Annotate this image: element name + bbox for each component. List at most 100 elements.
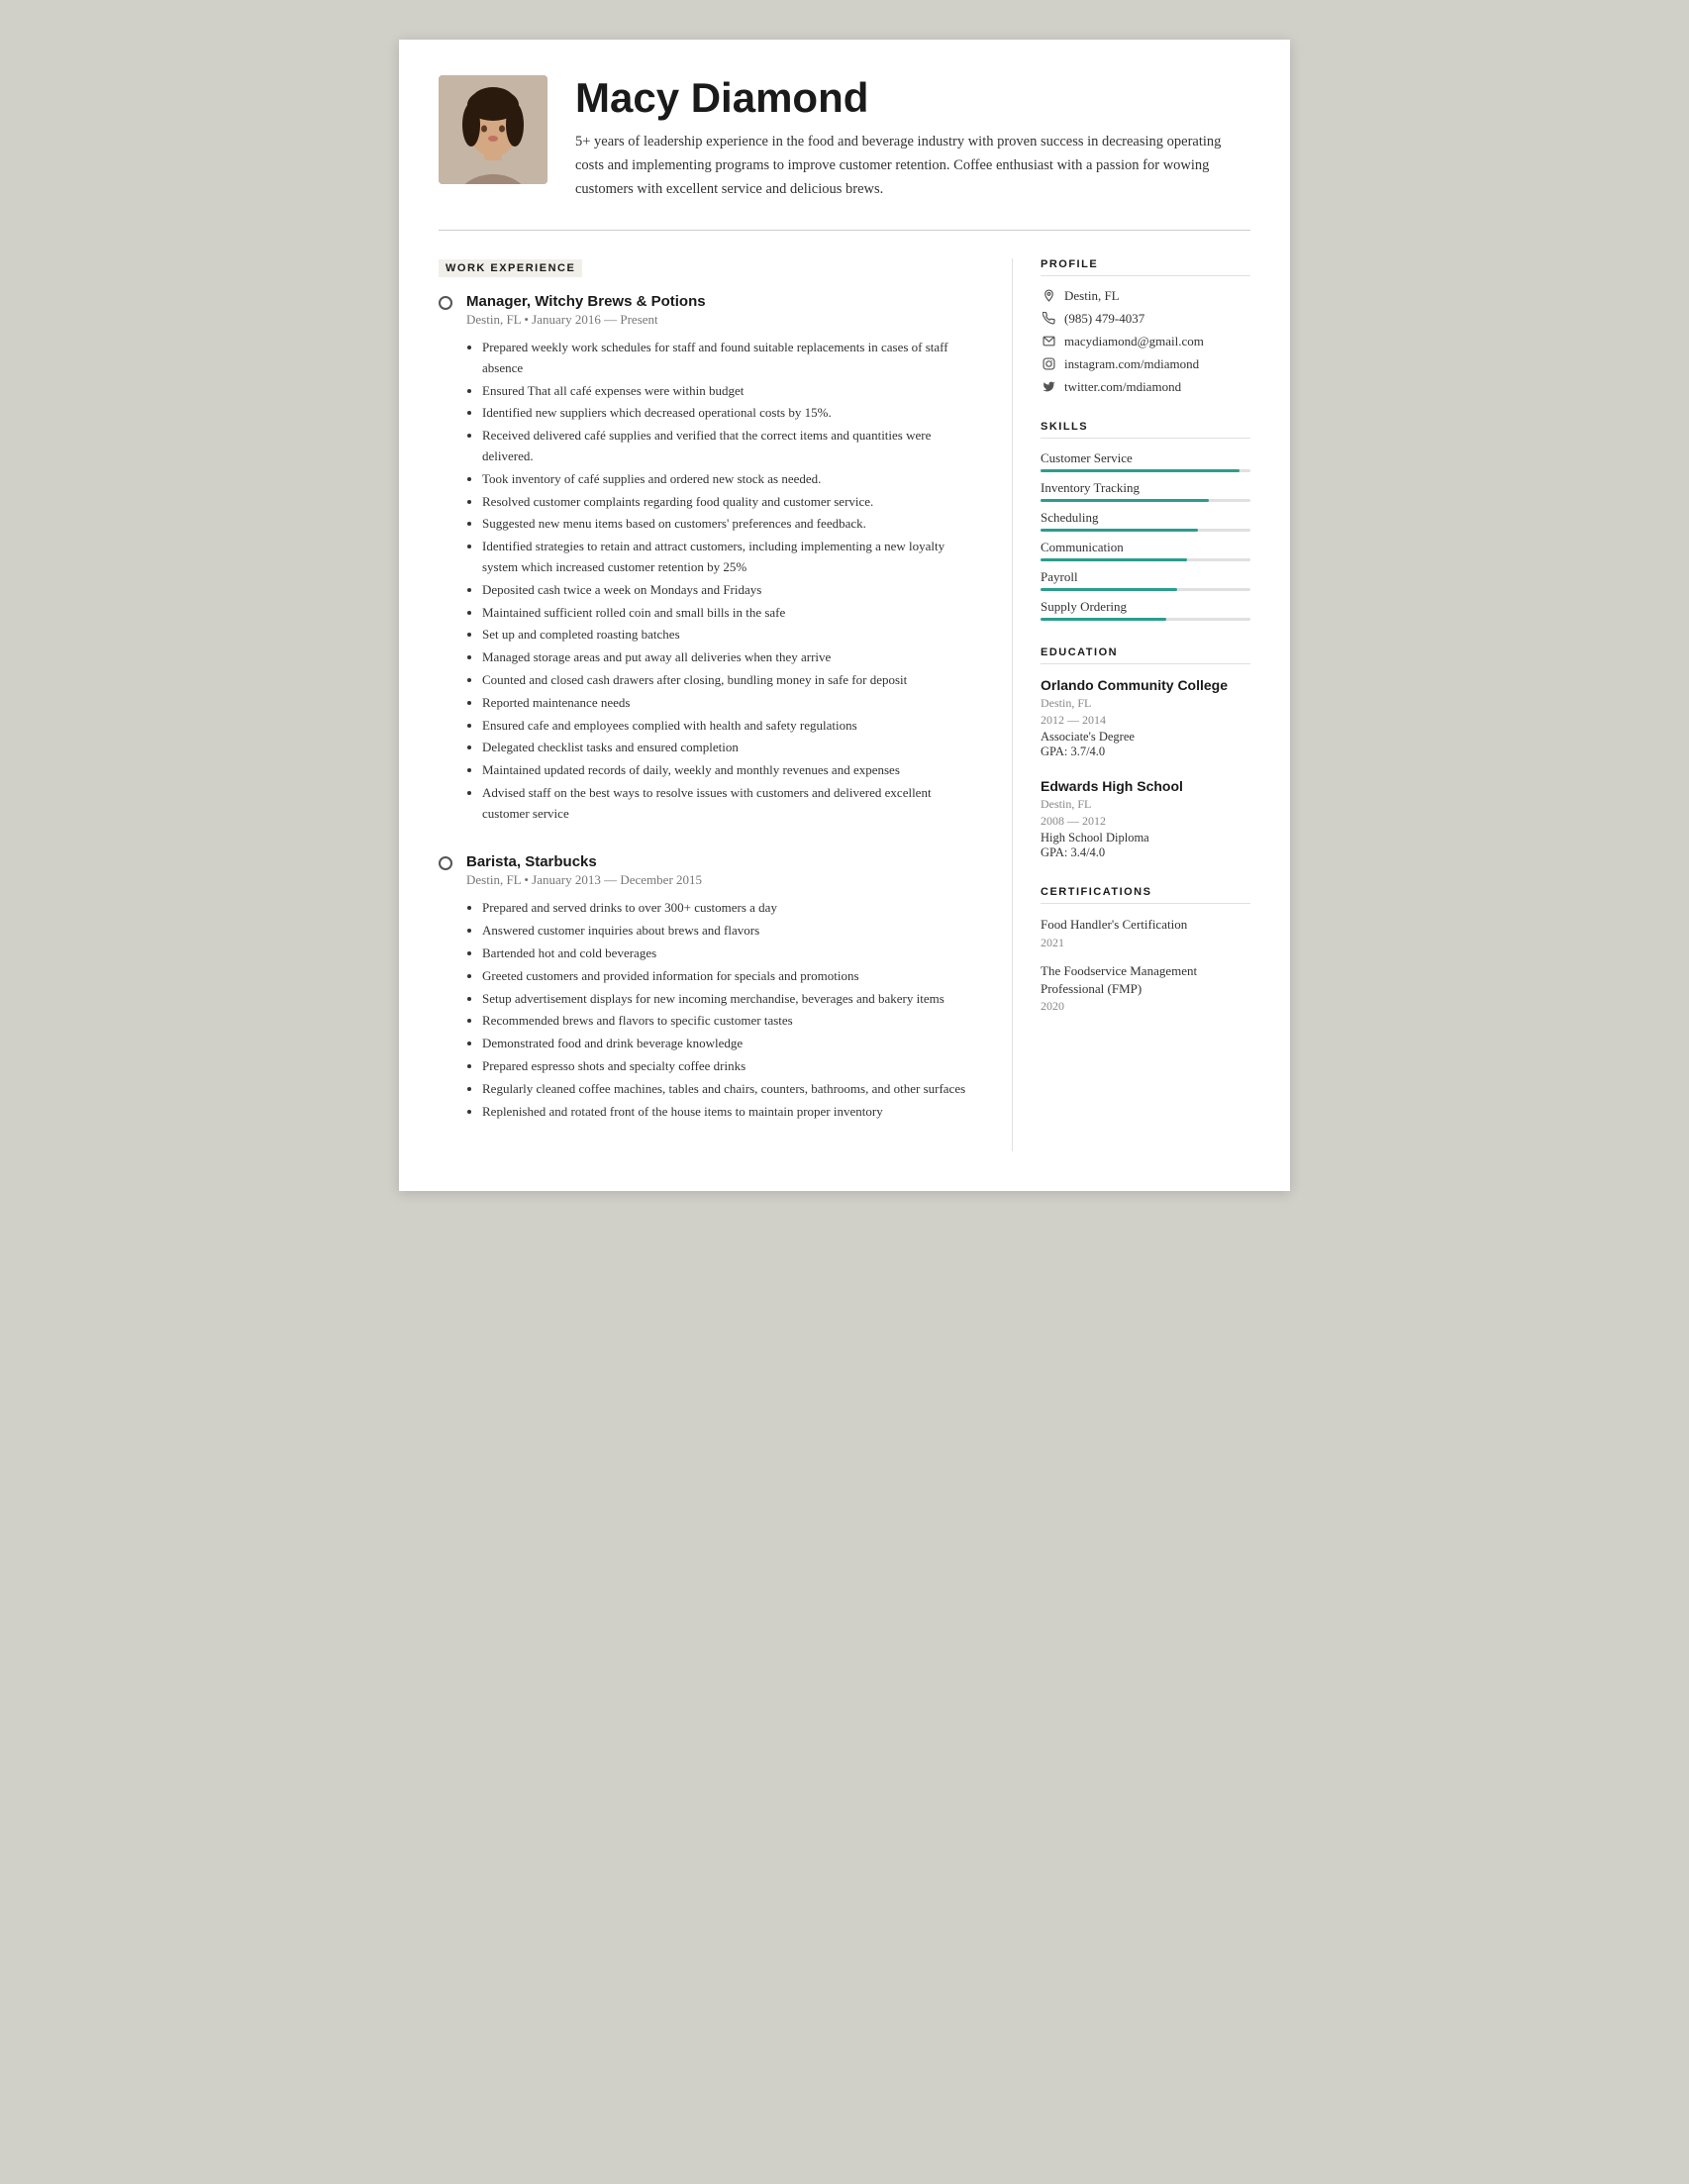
education-entry: Edwards High School Destin, FL 2008 — 20… — [1041, 777, 1250, 860]
profile-item: macydiamond@gmail.com — [1041, 334, 1250, 349]
list-item: Counted and closed cash drawers after cl… — [482, 670, 976, 691]
job-dot-1 — [439, 296, 452, 310]
list-item: Resolved customer complaints regarding f… — [482, 492, 976, 513]
edu-years: 2008 — 2012 — [1041, 814, 1250, 829]
job-entry-1: Manager, Witchy Brews & Potions Destin, … — [439, 293, 976, 827]
list-item: Maintained sufficient rolled coin and sm… — [482, 603, 976, 624]
instagram-icon — [1041, 356, 1056, 372]
skill-bar-bg — [1041, 529, 1250, 532]
list-item: Prepared weekly work schedules for staff… — [482, 338, 976, 379]
skill-name: Communication — [1041, 540, 1250, 555]
skill-row: Inventory Tracking — [1041, 480, 1250, 502]
edu-gpa: GPA: 3.4/4.0 — [1041, 845, 1250, 860]
profile-item: twitter.com/mdiamond — [1041, 379, 1250, 395]
skill-bar-bg — [1041, 618, 1250, 621]
list-item: Recommended brews and flavors to specifi… — [482, 1011, 976, 1032]
list-item: Set up and completed roasting batches — [482, 625, 976, 645]
job-bullets-2: Prepared and served drinks to over 300+ … — [466, 898, 976, 1122]
cert-name: The Foodservice Management Professional … — [1041, 962, 1250, 998]
resume-page: Macy Diamond 5+ years of leadership expe… — [399, 40, 1290, 1191]
job-entry-2: Barista, Starbucks Destin, FL • January … — [439, 853, 976, 1124]
list-item: Took inventory of café supplies and orde… — [482, 469, 976, 490]
cert-year: 2020 — [1041, 999, 1250, 1014]
list-item: Identified new suppliers which decreased… — [482, 403, 976, 424]
skill-bar-bg — [1041, 469, 1250, 472]
skill-name: Supply Ordering — [1041, 599, 1250, 615]
candidate-name: Macy Diamond — [575, 75, 1242, 121]
job-meta-2: Destin, FL • January 2013 — December 201… — [466, 872, 976, 888]
skill-bar-fill — [1041, 588, 1177, 591]
list-item: Prepared and served drinks to over 300+ … — [482, 898, 976, 919]
avatar — [439, 75, 547, 184]
list-item: Replenished and rotated front of the hou… — [482, 1102, 976, 1123]
certifications-title: CERTIFICATIONS — [1041, 886, 1250, 904]
skill-name: Payroll — [1041, 569, 1250, 585]
skill-row: Communication — [1041, 540, 1250, 561]
profile-title: PROFILE — [1041, 258, 1250, 276]
list-item: Delegated checklist tasks and ensured co… — [482, 738, 976, 758]
list-item: Deposited cash twice a week on Mondays a… — [482, 580, 976, 601]
list-item: Suggested new menu items based on custom… — [482, 514, 976, 535]
body-section: WORK EXPERIENCE Manager, Witchy Brews & … — [399, 231, 1290, 1192]
education-section: EDUCATION Orlando Community College Dest… — [1041, 646, 1250, 860]
list-item: Prepared espresso shots and specialty co… — [482, 1056, 976, 1077]
cert-name: Food Handler's Certification — [1041, 916, 1250, 934]
skill-row: Scheduling — [1041, 510, 1250, 532]
job-bullets-1: Prepared weekly work schedules for staff… — [466, 338, 976, 825]
skill-row: Customer Service — [1041, 450, 1250, 472]
job-meta-1: Destin, FL • January 2016 — Present — [466, 312, 976, 328]
profile-section: PROFILE Destin, FL (985) 479-4037 macydiam… — [1041, 258, 1250, 395]
edu-years: 2012 — 2014 — [1041, 713, 1250, 728]
list-item: Regularly cleaned coffee machines, table… — [482, 1079, 976, 1100]
skill-bar-fill — [1041, 529, 1198, 532]
list-item: Reported maintenance needs — [482, 693, 976, 714]
list-item: Bartended hot and cold beverages — [482, 943, 976, 964]
list-item: Setup advertisement displays for new inc… — [482, 989, 976, 1010]
job-dot-2 — [439, 856, 452, 870]
job-dot-col-2 — [439, 853, 452, 1124]
edu-school: Orlando Community College — [1041, 676, 1250, 694]
job-dot-col-1 — [439, 293, 452, 827]
cert-year: 2021 — [1041, 936, 1250, 950]
job-content-2: Barista, Starbucks Destin, FL • January … — [466, 853, 976, 1124]
header-text: Macy Diamond 5+ years of leadership expe… — [575, 75, 1242, 202]
candidate-summary: 5+ years of leadership experience in the… — [575, 131, 1242, 202]
location-icon — [1041, 288, 1056, 304]
edu-degree: High School Diploma — [1041, 831, 1250, 845]
left-column: WORK EXPERIENCE Manager, Witchy Brews & … — [439, 258, 1013, 1152]
certification-entry: Food Handler's Certification 2021 — [1041, 916, 1250, 949]
list-item: Ensured cafe and employees complied with… — [482, 716, 976, 737]
education-list: Orlando Community College Destin, FL 201… — [1041, 676, 1250, 860]
skill-bar-bg — [1041, 588, 1250, 591]
list-item: Ensured That all café expenses were with… — [482, 381, 976, 402]
skill-bar-bg — [1041, 558, 1250, 561]
list-item: Managed storage areas and put away all d… — [482, 647, 976, 668]
education-entry: Orlando Community College Destin, FL 201… — [1041, 676, 1250, 759]
profile-item: (985) 479-4037 — [1041, 311, 1250, 327]
edu-degree: Associate's Degree — [1041, 730, 1250, 745]
edu-location: Destin, FL — [1041, 797, 1250, 812]
profile-item-text: twitter.com/mdiamond — [1064, 379, 1181, 395]
list-item: Advised staff on the best ways to resolv… — [482, 783, 976, 825]
certification-entry: The Foodservice Management Professional … — [1041, 962, 1250, 1014]
list-item: Demonstrated food and drink beverage kno… — [482, 1034, 976, 1054]
list-item: Answered customer inquiries about brews … — [482, 921, 976, 942]
profile-item-text: macydiamond@gmail.com — [1064, 334, 1204, 349]
twitter-icon — [1041, 379, 1056, 395]
profile-item-text: Destin, FL — [1064, 288, 1120, 304]
profile-item: Destin, FL — [1041, 288, 1250, 304]
skills-title: SKILLS — [1041, 421, 1250, 439]
header-section: Macy Diamond 5+ years of leadership expe… — [399, 40, 1290, 230]
skill-name: Scheduling — [1041, 510, 1250, 526]
list-item: Identified strategies to retain and attr… — [482, 537, 976, 578]
list-item: Greeted customers and provided informati… — [482, 966, 976, 987]
certifications-section: CERTIFICATIONS Food Handler's Certificat… — [1041, 886, 1250, 1014]
profile-item-text: (985) 479-4037 — [1064, 311, 1144, 327]
skills-section: SKILLS Customer Service Inventory Tracki… — [1041, 421, 1250, 621]
skills-list: Customer Service Inventory Tracking Sche… — [1041, 450, 1250, 621]
edu-school: Edwards High School — [1041, 777, 1250, 795]
skill-bar-fill — [1041, 499, 1209, 502]
profile-item: instagram.com/mdiamond — [1041, 356, 1250, 372]
email-icon — [1041, 334, 1056, 349]
profile-item-text: instagram.com/mdiamond — [1064, 356, 1199, 372]
